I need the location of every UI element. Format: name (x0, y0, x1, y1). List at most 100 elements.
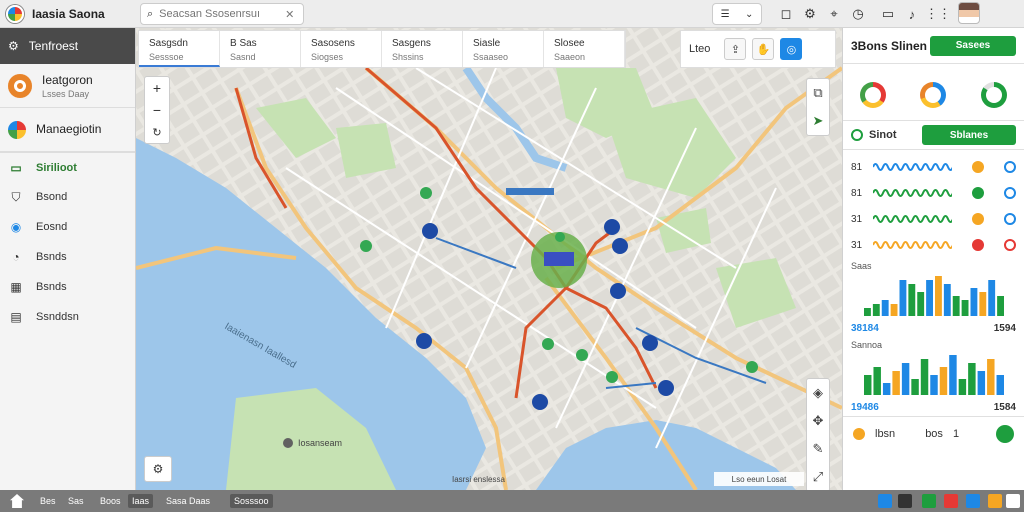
sidebar-item-grid[interactable]: ▦ Bsnds (0, 272, 135, 302)
bottom-item[interactable]: Iaas (128, 494, 154, 508)
bottom-item[interactable]: Bes (36, 494, 60, 508)
tab-3[interactable]: Sasosens Siogses (301, 31, 382, 67)
sidebar-header-label: Tenfroest (28, 39, 79, 53)
footer-value: bos (925, 427, 943, 440)
sidebar-item-bookmark[interactable]: ⛉ Bsond (0, 182, 135, 212)
user-avatar[interactable] (958, 2, 980, 24)
toggle-icon[interactable] (1004, 161, 1016, 173)
measure-button[interactable]: ◈ (807, 379, 829, 407)
bottom-item[interactable]: Boos (96, 494, 125, 508)
star-icon[interactable] (988, 494, 1002, 508)
bottom-item[interactable]: Sas (64, 494, 88, 508)
sidebar-item-layers[interactable]: ▭ Sirilioot (0, 152, 135, 182)
sidebar-item-label: Ssnddsn (36, 311, 79, 323)
street-label: Iasrsi enslessa (452, 475, 505, 484)
sparkline-list: 81 81 31 31 (843, 150, 1024, 258)
clock-icon[interactable]: ◷ (848, 4, 868, 24)
tab-2[interactable]: B Sas Sasnd (220, 31, 301, 67)
zoom-in-button[interactable]: + (145, 77, 169, 99)
route-button[interactable]: ➤ (807, 107, 829, 135)
search-input[interactable] (159, 8, 280, 20)
toggle-icon[interactable] (1004, 187, 1016, 199)
share-button[interactable]: ⇪ (724, 38, 747, 60)
map-canvas[interactable]: Iaaienasn Iaallesd Iosanseam Iasrsi ensl… (136, 28, 842, 490)
map-view[interactable]: Iaaienasn Iaallesd Iosanseam Iasrsi ensl… (136, 28, 842, 490)
info-icon[interactable] (966, 494, 980, 508)
bookmark-icon: ⛉ (11, 189, 21, 204)
sparkline-icon (872, 163, 953, 171)
sidebar-header[interactable]: ⚙ Tenfroest (0, 28, 135, 64)
sidebar-card-category[interactable]: Ieatgoron Lsses Daay (0, 64, 135, 108)
sparkline-label: 81 (851, 161, 863, 173)
tab-5[interactable]: Siasle Ssaaseo (463, 31, 544, 67)
chart-icon: ▤ (10, 310, 22, 324)
map-layers-button[interactable]: ⧉ (807, 79, 829, 107)
map-mode-select[interactable]: ☰ ⌄ (712, 3, 762, 25)
management-icon (8, 120, 26, 139)
monitor-icon[interactable]: ▭ (878, 4, 898, 24)
chart-bar (881, 300, 889, 316)
sidebar-item-clock[interactable]: ◔ Bsnds (0, 242, 135, 272)
notification-icon[interactable]: ♪ (902, 4, 922, 24)
sync-icon[interactable] (922, 494, 936, 508)
tab-title: Siasle (473, 38, 501, 49)
panel-head-button[interactable]: Sasees (930, 35, 1016, 56)
draw-button[interactable]: ✎ (807, 435, 829, 463)
sidebar-item-globe[interactable]: ◉ Eosnd (0, 212, 135, 242)
search-icon: ⌕ (147, 7, 154, 20)
sparkline-row[interactable]: 81 (843, 154, 1024, 180)
battery-icon[interactable] (898, 494, 912, 508)
tab-title: Slosee (554, 38, 585, 49)
tab-subtitle: Shssins (392, 52, 424, 62)
sidebar-item-chart[interactable]: ▤ Ssnddsn (0, 302, 135, 332)
tab-1[interactable]: Sasgsdn Sesssoe (139, 31, 220, 67)
square-icon[interactable]: ◻ (776, 4, 796, 24)
sparkline-row[interactable]: 81 (843, 180, 1024, 206)
chart-bar (901, 363, 910, 395)
chart-bar (961, 300, 969, 316)
card-subtitle: Lsses Daay (42, 88, 90, 99)
rotate-button[interactable]: ↻ (145, 121, 169, 143)
chart-bar (958, 379, 967, 395)
sparkline-row[interactable]: 31 (843, 232, 1024, 258)
robot-icon: ⚙ (8, 39, 19, 53)
sparkline-row[interactable]: 31 (843, 206, 1024, 232)
status-dot-icon (972, 161, 985, 173)
action-icon[interactable] (996, 424, 1014, 443)
gauge-icon (920, 82, 947, 108)
toggle-icon[interactable] (1004, 213, 1016, 225)
alert-icon[interactable] (944, 494, 958, 508)
section-button[interactable]: Sblanes (922, 125, 1016, 145)
toggle-icon[interactable] (1004, 239, 1016, 251)
tab-6[interactable]: Slosee Saaeon (544, 31, 625, 67)
settings-icon[interactable]: ⚙ (800, 4, 820, 24)
wifi-icon[interactable] (878, 494, 892, 508)
location-icon[interactable]: ⌖ (824, 4, 844, 24)
compass-button[interactable]: ✥ (807, 407, 829, 435)
park-label: Iosanseam (298, 438, 342, 448)
app-logo-icon (6, 5, 24, 23)
fullscreen-button[interactable]: ⤢ (807, 463, 829, 490)
sparkline-icon (872, 241, 953, 249)
chart-bar (979, 292, 987, 316)
clear-search-icon[interactable]: ✕ (285, 8, 294, 21)
layers-icon: ▭ (10, 160, 22, 175)
bottom-item[interactable]: Sasa Daas (162, 494, 214, 508)
app-brand[interactable]: Iaasia Saona (0, 0, 136, 28)
chart1-right-value: 1594 (993, 322, 1016, 334)
home-icon[interactable] (10, 494, 24, 508)
locate-button[interactable]: ◎ (780, 38, 803, 60)
search-box[interactable]: ⌕ ✕ (140, 3, 304, 25)
menu-icon[interactable] (1006, 494, 1020, 508)
gauge-icon (980, 82, 1007, 108)
bottom-item[interactable]: Sosssoo (230, 494, 273, 508)
chart2-title: Sannoa (851, 340, 883, 350)
zoom-out-button[interactable]: − (145, 99, 169, 121)
tab-4[interactable]: Sasgens Shssins (382, 31, 463, 67)
panel-title: 3Bons Slinen (851, 38, 928, 53)
settings-button[interactable]: ⚙ (144, 456, 172, 482)
sidebar-card-management[interactable]: Manaegiotin (0, 108, 135, 152)
sidebar-item-label: Bsond (36, 191, 68, 203)
pan-button[interactable]: ✋ (752, 38, 775, 60)
apps-grid-icon[interactable]: ⋮⋮ (925, 4, 951, 24)
